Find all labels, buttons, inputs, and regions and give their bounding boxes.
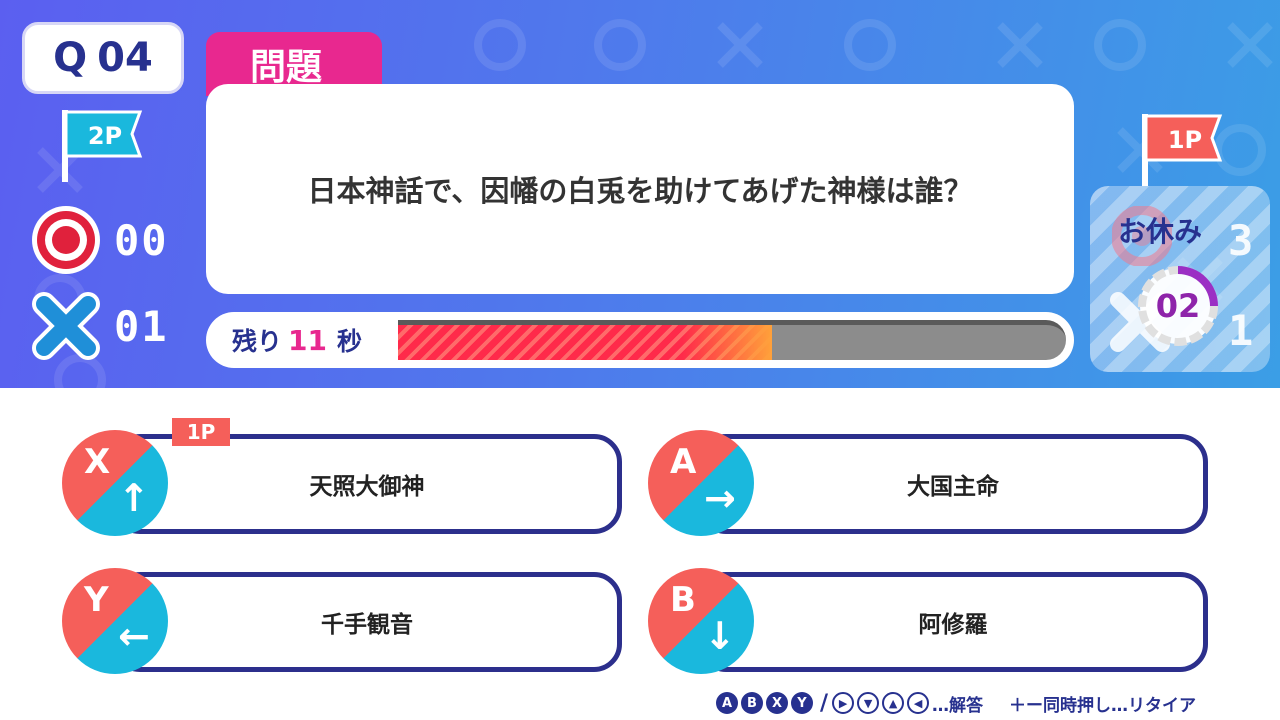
player2-wrong-row: 01 bbox=[30, 290, 169, 362]
question-number-badge: Q 04 bbox=[22, 22, 184, 94]
player1-status-panel: 3 1 お休み 02 bbox=[1090, 186, 1270, 372]
timer-suffix: 秒 bbox=[336, 327, 362, 356]
answer-option-a[interactable]: 大国主命 A → bbox=[648, 430, 1208, 536]
player2-correct-count: 00 bbox=[114, 215, 169, 265]
timer-prefix: 残り bbox=[232, 327, 283, 356]
player2-correct-row: 00 bbox=[30, 204, 169, 276]
key-letter: Y bbox=[84, 580, 109, 620]
key-letter: B bbox=[670, 580, 696, 620]
player2-wrong-count: 01 bbox=[114, 301, 169, 351]
answer-text[interactable]: 大国主命 bbox=[698, 434, 1208, 534]
dpad-up-icon: ▲ bbox=[882, 692, 905, 714]
arrow-left-icon: ← bbox=[118, 614, 150, 658]
player1-correct-count: 3 bbox=[1228, 216, 1254, 265]
dpad-down-icon: ▼ bbox=[857, 692, 880, 714]
player2-flag-label: 2P bbox=[88, 122, 122, 150]
answer-text[interactable]: 天照大御神 bbox=[112, 434, 622, 534]
a-button-icon: A bbox=[716, 692, 738, 714]
timer-label: 残り 11 秒 bbox=[232, 312, 362, 368]
key-badge-a: A → bbox=[648, 430, 754, 536]
controls-hint: A B X Y / ▶ ▼ ▲ ◀ …解答 ＋ー同時押し…リタイア bbox=[716, 688, 1196, 718]
arrow-up-icon: ↑ bbox=[118, 476, 150, 520]
timer-fill bbox=[398, 325, 773, 360]
timer-track bbox=[398, 320, 1066, 360]
x-button-icon: X bbox=[766, 692, 788, 714]
b-button-icon: B bbox=[741, 692, 763, 714]
flag-icon: 2P bbox=[62, 110, 143, 182]
player2-flag: 2P bbox=[58, 108, 148, 184]
y-button-icon: Y bbox=[791, 692, 813, 714]
correct-circle-icon bbox=[32, 206, 100, 274]
retire-hint: ＋ー同時押し…リタイア bbox=[1009, 695, 1197, 716]
dpad-right-icon: ▶ bbox=[832, 692, 855, 714]
answer-option-y[interactable]: 千手観音 Y ← bbox=[62, 568, 622, 674]
answer-text[interactable]: 阿修羅 bbox=[698, 572, 1208, 672]
arrow-down-icon: ↓ bbox=[704, 614, 736, 658]
question-number: 04 bbox=[97, 35, 153, 81]
question-text: 日本神話で、因幡の白兎を助けてあげた神様は誰？ bbox=[206, 84, 1074, 294]
controls-separator: / bbox=[820, 690, 829, 716]
player1-selection-tag: 1P bbox=[172, 418, 230, 446]
player1-flag-label: 1P bbox=[1168, 126, 1202, 154]
dpad-left-icon: ◀ bbox=[907, 692, 930, 714]
answer-option-x[interactable]: 天照大御神 X ↑ 1P bbox=[62, 418, 622, 536]
key-badge-x: X ↑ bbox=[62, 430, 168, 536]
timer-fill-glow bbox=[682, 325, 773, 360]
answer-hint: …解答 bbox=[932, 695, 984, 716]
answer-option-b[interactable]: 阿修羅 B ↓ bbox=[648, 568, 1208, 674]
key-badge-y: Y ← bbox=[62, 568, 168, 674]
question-label: Q bbox=[53, 35, 88, 81]
timer-seconds: 11 bbox=[288, 323, 327, 357]
wrong-cross-icon bbox=[32, 292, 100, 360]
player1-flag: 1P bbox=[1138, 112, 1228, 188]
key-letter: X bbox=[84, 442, 111, 482]
player1-wrong-count: 1 bbox=[1228, 306, 1254, 355]
key-badge-b: B ↓ bbox=[648, 568, 754, 674]
answer-text[interactable]: 千手観音 bbox=[112, 572, 622, 672]
player1-rest-label: お休み bbox=[1117, 215, 1202, 248]
flag-icon: 1P bbox=[1142, 114, 1223, 186]
arrow-right-icon: → bbox=[704, 476, 736, 520]
timer-bar: 残り 11 秒 bbox=[206, 312, 1074, 368]
player1-rest-turns: 02 bbox=[1155, 287, 1201, 325]
question-area: Q 04 2P 00 01 問題 日本神話で、因幡の白兎を助けてあげた神様は誰？… bbox=[0, 0, 1280, 388]
key-letter: A bbox=[670, 442, 697, 482]
